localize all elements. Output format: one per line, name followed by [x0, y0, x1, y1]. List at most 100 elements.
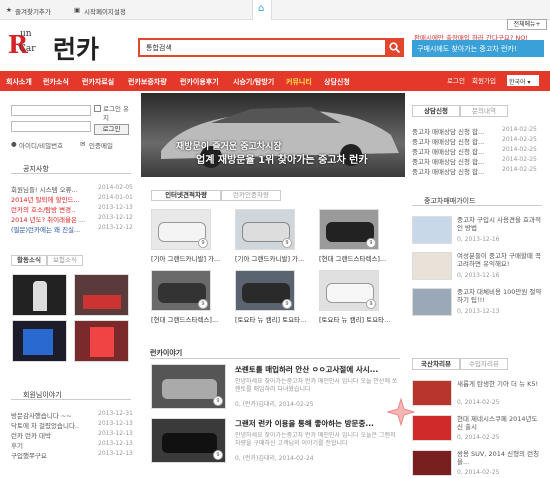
cert-mail-link[interactable]: 인증메일	[89, 140, 113, 150]
member-item[interactable]: 구입했쭈구요	[11, 450, 93, 460]
nav-testdrive[interactable]: 시승기/탐방기	[233, 77, 274, 87]
consult-item[interactable]: 중고차 매매상담 신청 합...	[412, 136, 498, 146]
consult-item[interactable]: 중고차 매매상담 신청 합...	[412, 156, 498, 166]
heart-badge[interactable]: 9	[198, 238, 208, 248]
notice-title[interactable]: 공지사항	[23, 164, 49, 174]
nav-reviews[interactable]: 런카이용후기	[180, 77, 219, 87]
nav-consult[interactable]: 상담신청	[324, 77, 350, 87]
car-thumbnail[interactable]: 9	[319, 270, 379, 311]
nav-certified[interactable]: 런카보증차량	[128, 77, 167, 87]
ad-banner[interactable]: 구매시에도 찾아가는 중고차 런카!	[412, 40, 544, 57]
heart-badge[interactable]: 9	[366, 238, 376, 248]
heart-badge[interactable]: 9	[213, 450, 223, 460]
story-photo[interactable]: 9	[151, 364, 226, 409]
story-title[interactable]: 런카이야기	[150, 349, 182, 357]
guide-item[interactable]: 중고차 대체비용 100만원 절약하기 팁!!!	[457, 288, 545, 305]
tab-import-review[interactable]: 수입차리뷰	[460, 358, 508, 370]
homepage-icon[interactable]: ▣	[74, 6, 80, 14]
heart-badge[interactable]: 9	[213, 396, 223, 406]
bookmark-link[interactable]: 즐겨찾기추가	[15, 6, 51, 16]
heart-badge[interactable]: 9	[282, 238, 292, 248]
tab-insurance[interactable]: 보험소식	[47, 255, 83, 266]
review-item[interactable]: 새롭게 탄생한 기아 더 뉴 K5!	[457, 380, 545, 397]
member-item[interactable]: 닥토에 차 걸렸었습니다..	[11, 420, 93, 430]
search-button[interactable]	[385, 38, 404, 57]
password-input[interactable]	[11, 121, 91, 132]
heart-badge[interactable]: 9	[366, 299, 376, 309]
tab-internet-cars[interactable]: 인터넷견적차량	[151, 190, 221, 201]
activity-photo[interactable]	[12, 274, 67, 316]
story-headline[interactable]: 그랜저 런카 이용을 통해 좋아하는 방문중...	[235, 418, 400, 429]
member-date: 2013-12-13	[98, 450, 133, 457]
guide-photo[interactable]	[412, 288, 452, 316]
search-input[interactable]: 통합검색	[138, 38, 387, 57]
hero-banner[interactable]: 재방문이 즐거운 중고차시장 업계 재방문율 1위 찾아가는 중고차 런카	[141, 93, 405, 177]
language-select[interactable]: 한국어 ▾	[507, 75, 539, 86]
activity-photo[interactable]	[12, 320, 67, 362]
story-meta: 0, (런카)김대리, 2014-02-24	[235, 455, 314, 462]
member-item[interactable]: 후기	[11, 440, 93, 450]
bookmark-icon[interactable]: ★	[6, 6, 12, 14]
car-caption[interactable]: [토요타 뉴 캠리] 토요타...	[319, 314, 399, 324]
car-caption[interactable]: [기아 그랜드카니발] 가...	[151, 253, 231, 263]
notice-item[interactable]: 2014년 탈퇴에 할인드...	[11, 194, 96, 204]
logo-text[interactable]: 런카	[53, 30, 99, 66]
car-thumbnail[interactable]: 9	[235, 209, 295, 250]
car-thumbnail[interactable]: 9	[319, 209, 379, 250]
consult-item[interactable]: 중고차 매매상담 신청 합...	[412, 126, 498, 136]
guide-item[interactable]: 여성분들이 중고차 구매할때 꼭 고려하면 유익해요!	[457, 252, 545, 269]
car-caption[interactable]: [토요타 뉴 캠리] 토요타...	[235, 314, 315, 324]
nav-company[interactable]: 회사소개	[6, 77, 32, 87]
notice-item[interactable]: 런카의 호소/탐방 변경..	[11, 204, 96, 214]
consult-item[interactable]: 중고차 매매상담 신청 합...	[412, 146, 498, 156]
consult-date: 2014-02-25	[502, 166, 537, 173]
consult-item[interactable]: 중고차 매매상담 신청 합...	[412, 166, 498, 176]
review-item[interactable]: 현대 제네시스쿠페 2014년도 신 출시	[457, 415, 545, 432]
nav-news[interactable]: 런카소식	[43, 77, 69, 87]
car-thumbnail[interactable]: 9	[151, 209, 211, 250]
review-photo[interactable]	[412, 415, 452, 441]
guide-title[interactable]: 중고차매매가이드	[424, 196, 476, 206]
tab-inquiries[interactable]: 문의내역	[460, 105, 508, 117]
guide-photo[interactable]	[412, 252, 452, 280]
notice-date: 2013-12-12	[98, 214, 133, 221]
car-caption[interactable]: [현대 그랜드스타렉스]...	[151, 314, 231, 324]
guide-photo[interactable]	[412, 216, 452, 244]
heart-badge[interactable]: 9	[282, 299, 292, 309]
tab-consult[interactable]: 상담신청	[412, 105, 460, 117]
car-thumbnail[interactable]: 9	[151, 270, 211, 311]
car-thumbnail[interactable]: 9	[235, 270, 295, 311]
review-photo[interactable]	[412, 450, 452, 476]
tab-certified-cars[interactable]: 런카인증차량	[221, 190, 281, 201]
story-headline[interactable]: 쏘렌토를 매입하러 안산 ㅇㅇ고사절에 사시...	[235, 364, 400, 375]
nav-login[interactable]: 로그인	[447, 75, 465, 85]
notice-item[interactable]: (필문)런카에는 왜 진실...	[11, 224, 96, 234]
home-button[interactable]: ⌂	[252, 0, 272, 20]
keep-login-checkbox[interactable]	[94, 105, 101, 112]
review-item[interactable]: 쌍용 SUV, 2014 신형의 런칭을...	[457, 450, 545, 467]
notice-item[interactable]: 회원님들! 시스템 오류...	[11, 184, 96, 194]
car-caption[interactable]: [현대 그랜드스타렉스]...	[319, 253, 399, 263]
review-photo[interactable]	[412, 380, 452, 406]
all-menu-button[interactable]: 전체메뉴+	[507, 19, 547, 30]
nav-archive[interactable]: 런카자료실	[82, 77, 114, 87]
member-item[interactable]: 방문감사했습니다 ~~	[11, 410, 93, 420]
tab-activity[interactable]: 활동소식	[11, 255, 47, 266]
userid-input[interactable]	[11, 105, 91, 116]
guide-item[interactable]: 중고차 구입시 사용견을 효과적인 방법	[457, 216, 545, 233]
activity-photo[interactable]	[74, 320, 129, 362]
story-photo[interactable]: 9	[151, 418, 226, 463]
nav-join[interactable]: 회원가입	[472, 75, 496, 85]
login-button[interactable]: 로그인	[94, 124, 129, 135]
notice-item[interactable]: 2014 년도? 취이래율은 ...	[11, 214, 96, 224]
notice-date: 2014-02-05	[98, 184, 133, 191]
activity-photo[interactable]	[74, 274, 129, 316]
find-account-link[interactable]: 아이디/비밀번호	[19, 140, 63, 150]
set-homepage-link[interactable]: 시작페이지설정	[84, 6, 126, 16]
member-title[interactable]: 회원님이야기	[23, 390, 62, 400]
tab-domestic-review[interactable]: 국산차리뷰	[412, 358, 460, 370]
heart-badge[interactable]: 9	[198, 299, 208, 309]
car-caption[interactable]: [기아 그랜드카니발] 가...	[235, 253, 315, 263]
member-item[interactable]: 런카 런카 대박	[11, 430, 93, 440]
nav-community[interactable]: 커뮤니티	[286, 77, 312, 87]
